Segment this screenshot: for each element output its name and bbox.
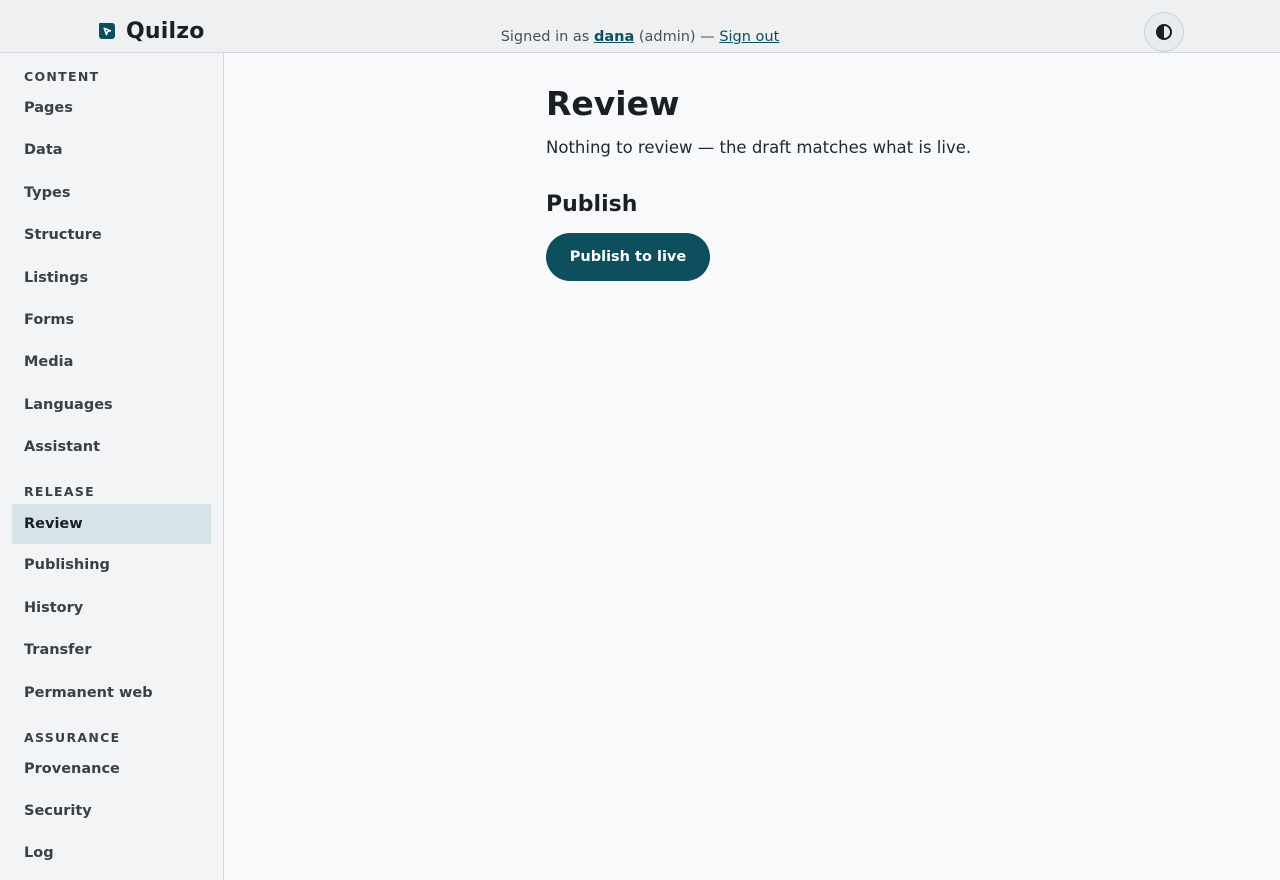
sidebar-item-structure[interactable]: Structure <box>12 215 211 255</box>
publish-heading: Publish <box>546 192 638 217</box>
sidebar-item-data[interactable]: Data <box>12 130 211 170</box>
sidebar-item-media[interactable]: Media <box>12 342 211 382</box>
publish-to-live-button[interactable]: Publish to live <box>546 233 710 281</box>
sign-out-link[interactable]: Sign out <box>719 29 779 45</box>
contrast-icon <box>1156 24 1172 40</box>
theme-toggle-button[interactable] <box>1144 12 1184 52</box>
sidebar-item-assistant[interactable]: Assistant <box>12 427 211 467</box>
sidebar-item-review[interactable]: Review <box>12 504 211 544</box>
sidebar-item-security[interactable]: Security <box>12 791 211 831</box>
sidebar-item-pages[interactable]: Pages <box>12 88 211 128</box>
top-bar: Quilzo Signed in as dana (admin) — Sign … <box>0 0 1280 53</box>
signed-in-prefix: Signed in as <box>500 29 590 45</box>
page-title: Review <box>546 84 680 123</box>
sidebar-heading-content: CONTENT <box>24 69 100 84</box>
sidebar-item-forms[interactable]: Forms <box>12 300 211 340</box>
sidebar-item-publishing[interactable]: Publishing <box>12 545 211 585</box>
sidebar-item-log[interactable]: Log <box>12 833 211 873</box>
separator: — <box>700 29 715 45</box>
review-status-text: Nothing to review — the draft matches wh… <box>546 138 972 157</box>
sidebar-item-provenance[interactable]: Provenance <box>12 749 211 789</box>
sidebar: CONTENT Pages Data Types Structure Listi… <box>0 53 224 880</box>
sidebar-item-types[interactable]: Types <box>12 173 211 213</box>
username-link[interactable]: dana <box>594 29 634 45</box>
signed-in-status: Signed in as dana (admin) — Sign out <box>0 27 1280 47</box>
sidebar-heading-release: RELEASE <box>24 484 95 499</box>
sidebar-item-transfer[interactable]: Transfer <box>12 630 211 670</box>
user-role: (admin) <box>638 29 696 45</box>
sidebar-item-languages[interactable]: Languages <box>12 385 211 425</box>
sidebar-heading-assurance: ASSURANCE <box>24 730 121 745</box>
sidebar-item-permanent-web[interactable]: Permanent web <box>12 673 211 713</box>
sidebar-item-history[interactable]: History <box>12 588 211 628</box>
sidebar-item-listings[interactable]: Listings <box>12 258 211 298</box>
